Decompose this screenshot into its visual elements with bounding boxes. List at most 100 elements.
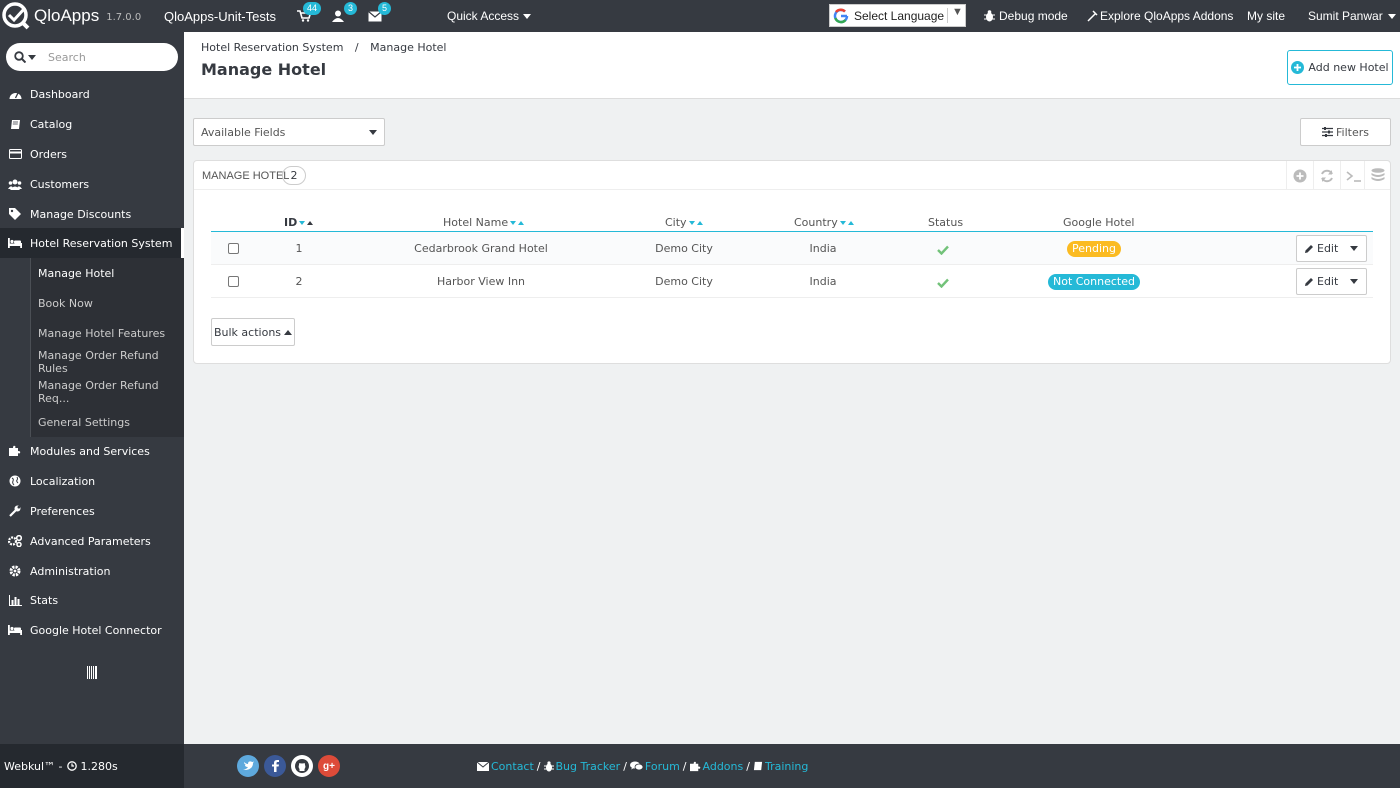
available-fields-dropdown[interactable]: Available Fields <box>193 118 385 146</box>
export-tool-button[interactable] <box>1364 161 1390 190</box>
sort-asc-icon[interactable] <box>696 220 703 225</box>
facebook-icon[interactable] <box>264 755 286 777</box>
edit-button[interactable]: Edit <box>1297 275 1342 288</box>
filters-button[interactable]: Filters <box>1300 118 1391 146</box>
table-row: 1 Cedarbrook Grand Hotel Demo City India… <box>211 232 1373 265</box>
search-box[interactable]: Search <box>6 43 178 71</box>
bulk-actions-button[interactable]: Bulk actions <box>211 318 295 346</box>
cell-status[interactable] <box>923 232 963 265</box>
breadcrumb-parent[interactable]: Hotel Reservation System <box>201 41 343 54</box>
sidebar-item-customers[interactable]: Customers <box>0 169 184 199</box>
sql-query-tool-button[interactable] <box>1340 161 1367 190</box>
column-header-country[interactable]: Country <box>794 216 854 229</box>
edit-dropdown-toggle[interactable] <box>1342 236 1366 261</box>
user-menu[interactable]: Sumit Panwar <box>1308 0 1396 32</box>
footer-link-training[interactable]: Training <box>753 760 808 773</box>
cell-google-hotel: Not Connected <box>1024 265 1164 298</box>
submenu-item-manage-order-refund-rules[interactable]: Manage Order Refund Rules <box>31 347 184 377</box>
checkbox[interactable] <box>227 243 239 254</box>
my-site-link[interactable]: My site <box>1247 0 1285 32</box>
twitter-icon[interactable] <box>237 755 259 777</box>
add-new-hotel-button[interactable]: Add new Hotel <box>1287 50 1393 85</box>
row-checkbox[interactable] <box>226 232 240 265</box>
check-icon[interactable] <box>937 245 949 255</box>
sort-asc-icon[interactable] <box>518 220 525 225</box>
cell-id: 1 <box>295 242 303 255</box>
footer-link-forum[interactable]: Forum <box>629 760 680 773</box>
cell-country: India <box>809 242 837 255</box>
submenu-item-manage-order-refund-requests[interactable]: Manage Order Refund Req... <box>31 377 184 407</box>
collapse-sidebar-icon[interactable] <box>87 666 98 680</box>
sidebar-item-label: Dashboard <box>30 87 90 101</box>
sidebar-item-hotel-reservation-system[interactable]: Hotel Reservation System <box>0 228 184 258</box>
language-label: Select Language <box>854 8 945 23</box>
cell-status[interactable] <box>923 265 963 298</box>
explore-addons-link[interactable]: Explore QloApps Addons <box>1087 0 1233 32</box>
caret-down-icon <box>523 13 532 19</box>
edit-button[interactable]: Edit <box>1297 242 1342 255</box>
footer-link-contact[interactable]: Contact <box>477 760 534 773</box>
column-header-id[interactable]: ID <box>284 216 314 229</box>
sidebar-item-dashboard[interactable]: Dashboard <box>0 79 184 109</box>
sort-asc-icon[interactable] <box>847 220 854 225</box>
quick-access-menu[interactable]: Quick Access <box>447 0 532 32</box>
sort-desc-icon[interactable] <box>839 220 846 225</box>
column-label: Status <box>928 216 964 229</box>
column-header-hotel-name[interactable]: Hotel Name <box>443 216 525 229</box>
submenu-item-manage-hotel-features[interactable]: Manage Hotel Features <box>31 318 184 348</box>
submenu-item-general-settings[interactable]: General Settings <box>31 407 184 437</box>
add-tool-button[interactable] <box>1286 161 1313 190</box>
check-icon[interactable] <box>937 278 949 288</box>
submenu-item-manage-hotel[interactable]: Manage Hotel <box>31 258 184 288</box>
shop-name[interactable]: QloApps-Unit-Tests <box>164 0 276 32</box>
edit-button-group: Edit <box>1296 268 1367 295</box>
customers-notification[interactable] <box>332 0 344 32</box>
submenu-item-book-now[interactable]: Book Now <box>31 288 184 318</box>
row-checkbox[interactable] <box>226 265 240 298</box>
sort-desc-icon[interactable] <box>510 220 517 225</box>
sort-desc-icon[interactable] <box>688 220 695 225</box>
dashboard-icon <box>0 89 30 100</box>
sidebar-item-localization[interactable]: Localization <box>0 466 184 496</box>
sidebar-item-stats[interactable]: Stats <box>0 585 184 615</box>
google-plus-icon[interactable]: g+ <box>318 755 340 777</box>
search-icon <box>14 51 26 63</box>
sort-asc-icon[interactable] <box>307 220 314 225</box>
sidebar-item-advanced-parameters[interactable]: Advanced Parameters <box>0 526 184 556</box>
footer-separator: / <box>536 759 541 773</box>
sort-desc-icon[interactable] <box>299 220 306 225</box>
search-input[interactable]: Search <box>48 51 86 64</box>
breadcrumb-current: Manage Hotel <box>370 41 447 54</box>
puzzle-icon <box>689 761 700 771</box>
footer-link-addons[interactable]: Addons <box>689 759 744 773</box>
page-header: Hotel Reservation System / Manage Hotel … <box>184 32 1400 99</box>
sidebar-item-manage-discounts[interactable]: Manage Discounts <box>0 199 184 229</box>
checkbox[interactable] <box>227 276 239 287</box>
debug-mode-link[interactable]: Debug mode <box>984 0 1068 32</box>
table-row: 2 Harbor View Inn Demo City India Not Co… <box>211 265 1373 298</box>
sidebar-item-modules-and-services[interactable]: Modules and Services <box>0 436 184 466</box>
sidebar-item-preferences[interactable]: Preferences <box>0 496 184 526</box>
plus-circle-icon <box>1291 61 1305 74</box>
brand-logo[interactable]: QloApps 1.7.0.0 <box>0 0 141 32</box>
sidebar-item-label: Administration <box>30 564 111 578</box>
footer-link-label: Addons <box>702 759 744 773</box>
cell-city: Demo City <box>655 275 713 288</box>
caret-down-icon <box>1350 246 1359 251</box>
plug-icon <box>1087 10 1098 22</box>
edit-dropdown-toggle[interactable] <box>1342 269 1366 294</box>
refresh-tool-button[interactable] <box>1313 161 1340 190</box>
bar-chart-icon <box>0 594 30 606</box>
language-select[interactable]: Select Language ▼ <box>829 4 966 27</box>
footer-link-bug-tracker[interactable]: Bug Tracker <box>543 760 620 773</box>
sidebar-item-administration[interactable]: Administration <box>0 556 184 586</box>
caret-down-icon <box>1350 279 1359 284</box>
column-header-city[interactable]: City <box>665 216 703 229</box>
triangle-down-icon: ▼ <box>952 6 963 18</box>
version: 1.7.0.0 <box>106 12 142 23</box>
github-icon[interactable] <box>291 755 313 777</box>
edit-label: Edit <box>1317 275 1339 288</box>
sidebar-item-catalog[interactable]: Catalog <box>0 109 184 139</box>
sidebar-item-google-hotel-connector[interactable]: Google Hotel Connector <box>0 615 184 645</box>
sidebar-item-orders[interactable]: Orders <box>0 139 184 169</box>
